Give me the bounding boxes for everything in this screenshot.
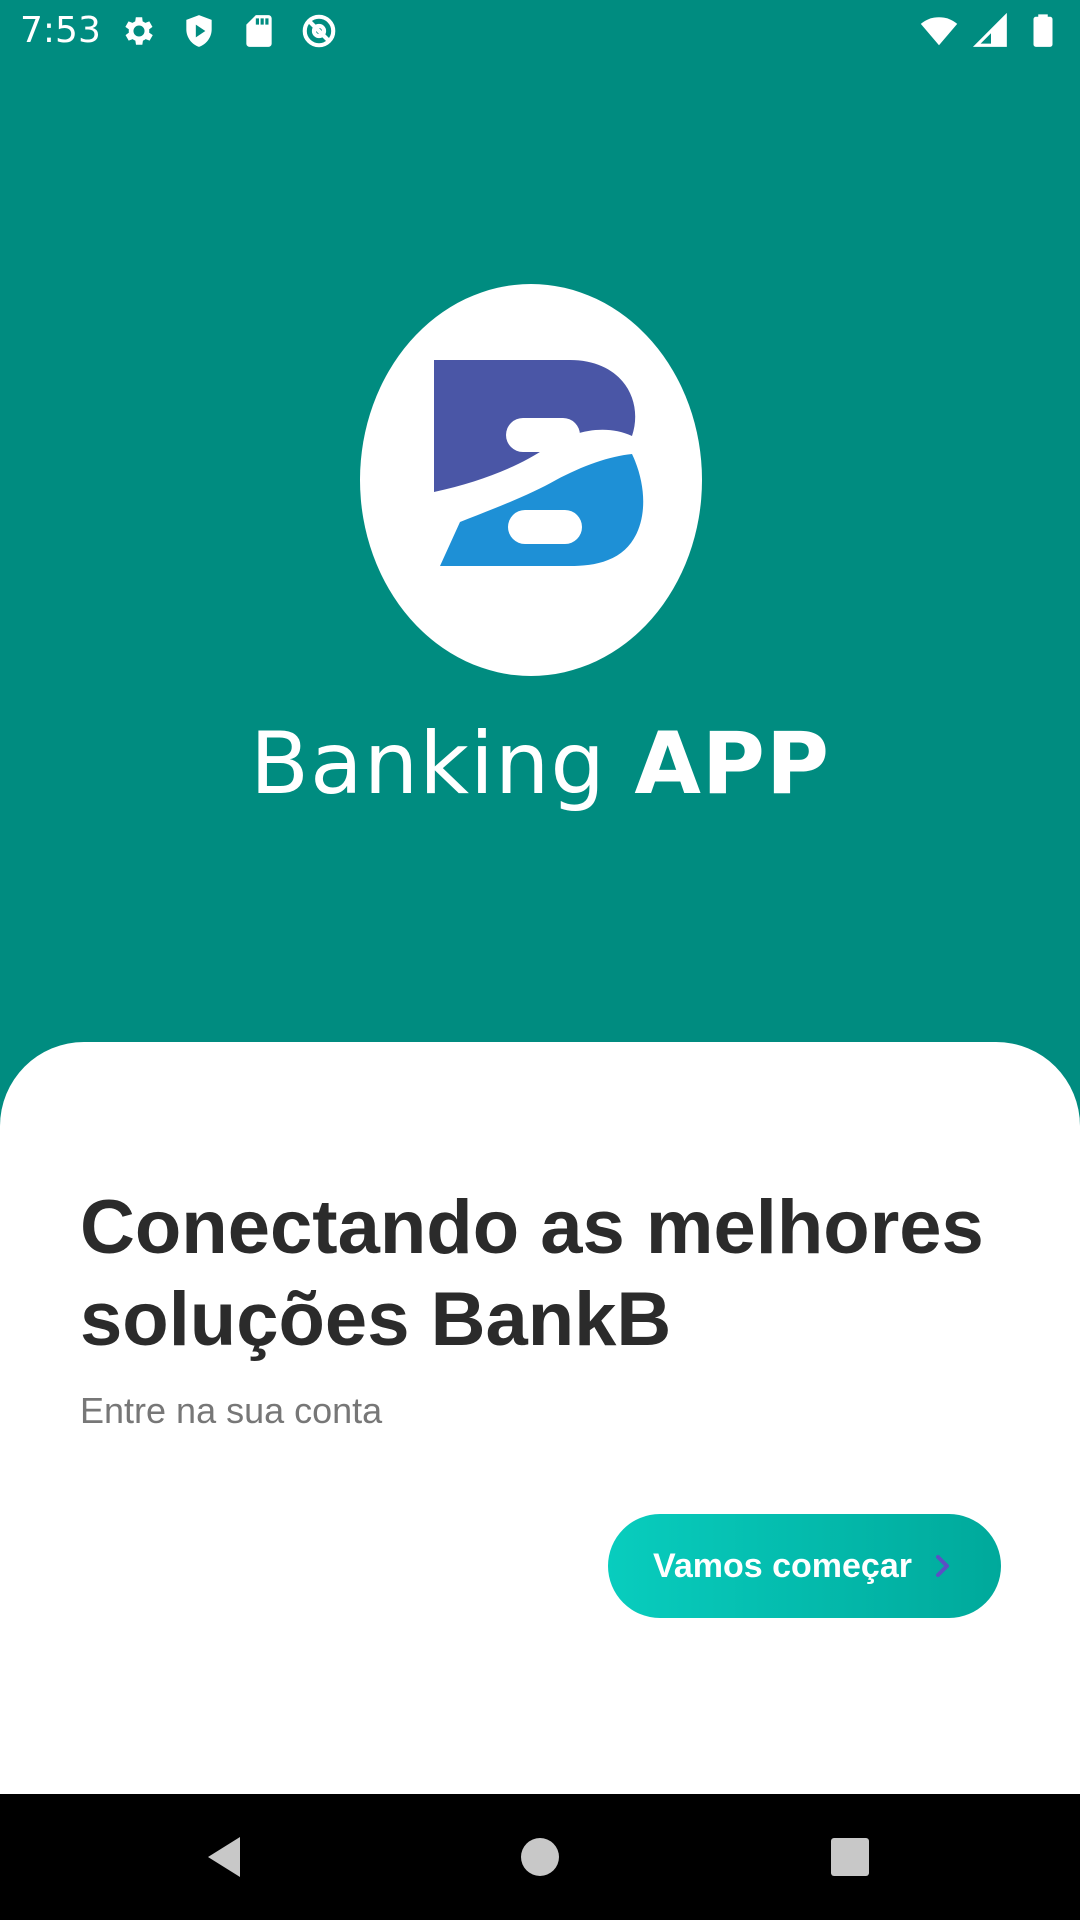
welcome-subtitle: Entre na sua conta <box>80 1390 383 1431</box>
bankb-logo <box>360 284 702 676</box>
signal-icon <box>972 12 1007 47</box>
status-bar: 7:53 <box>0 0 1080 64</box>
battery-icon <box>1033 14 1053 47</box>
get-started-label: Vamos começar <box>653 1546 912 1585</box>
back-icon[interactable] <box>196 1827 256 1887</box>
welcome-card: Conectando as melhores soluções BankB En… <box>0 1042 1080 1794</box>
get-started-button[interactable]: Vamos começar <box>608 1514 1001 1618</box>
welcome-screen: 7:53 Banking APP Conectando as melhores … <box>0 0 1080 1920</box>
system-icons <box>920 12 1062 50</box>
brand-name-bold: APP <box>634 714 830 814</box>
welcome-headline: Conectando as melhores soluções BankB <box>80 1185 984 1362</box>
play-protect-icon <box>186 15 212 47</box>
at-sign-icon <box>302 14 336 48</box>
brand-name: Banking APP <box>0 714 1080 814</box>
recents-icon[interactable] <box>820 1827 880 1887</box>
navigation-bar <box>0 1794 1080 1920</box>
notification-icons <box>120 12 338 50</box>
chevron-right-icon <box>935 1555 949 1577</box>
wifi-icon <box>920 17 958 46</box>
hero-section: Banking APP <box>0 64 1080 1044</box>
brand-name-light: Banking <box>250 714 607 814</box>
settings-icon <box>125 17 153 45</box>
status-time: 7:53 <box>20 10 101 51</box>
sd-card-icon <box>246 15 272 47</box>
home-icon[interactable] <box>510 1827 570 1887</box>
